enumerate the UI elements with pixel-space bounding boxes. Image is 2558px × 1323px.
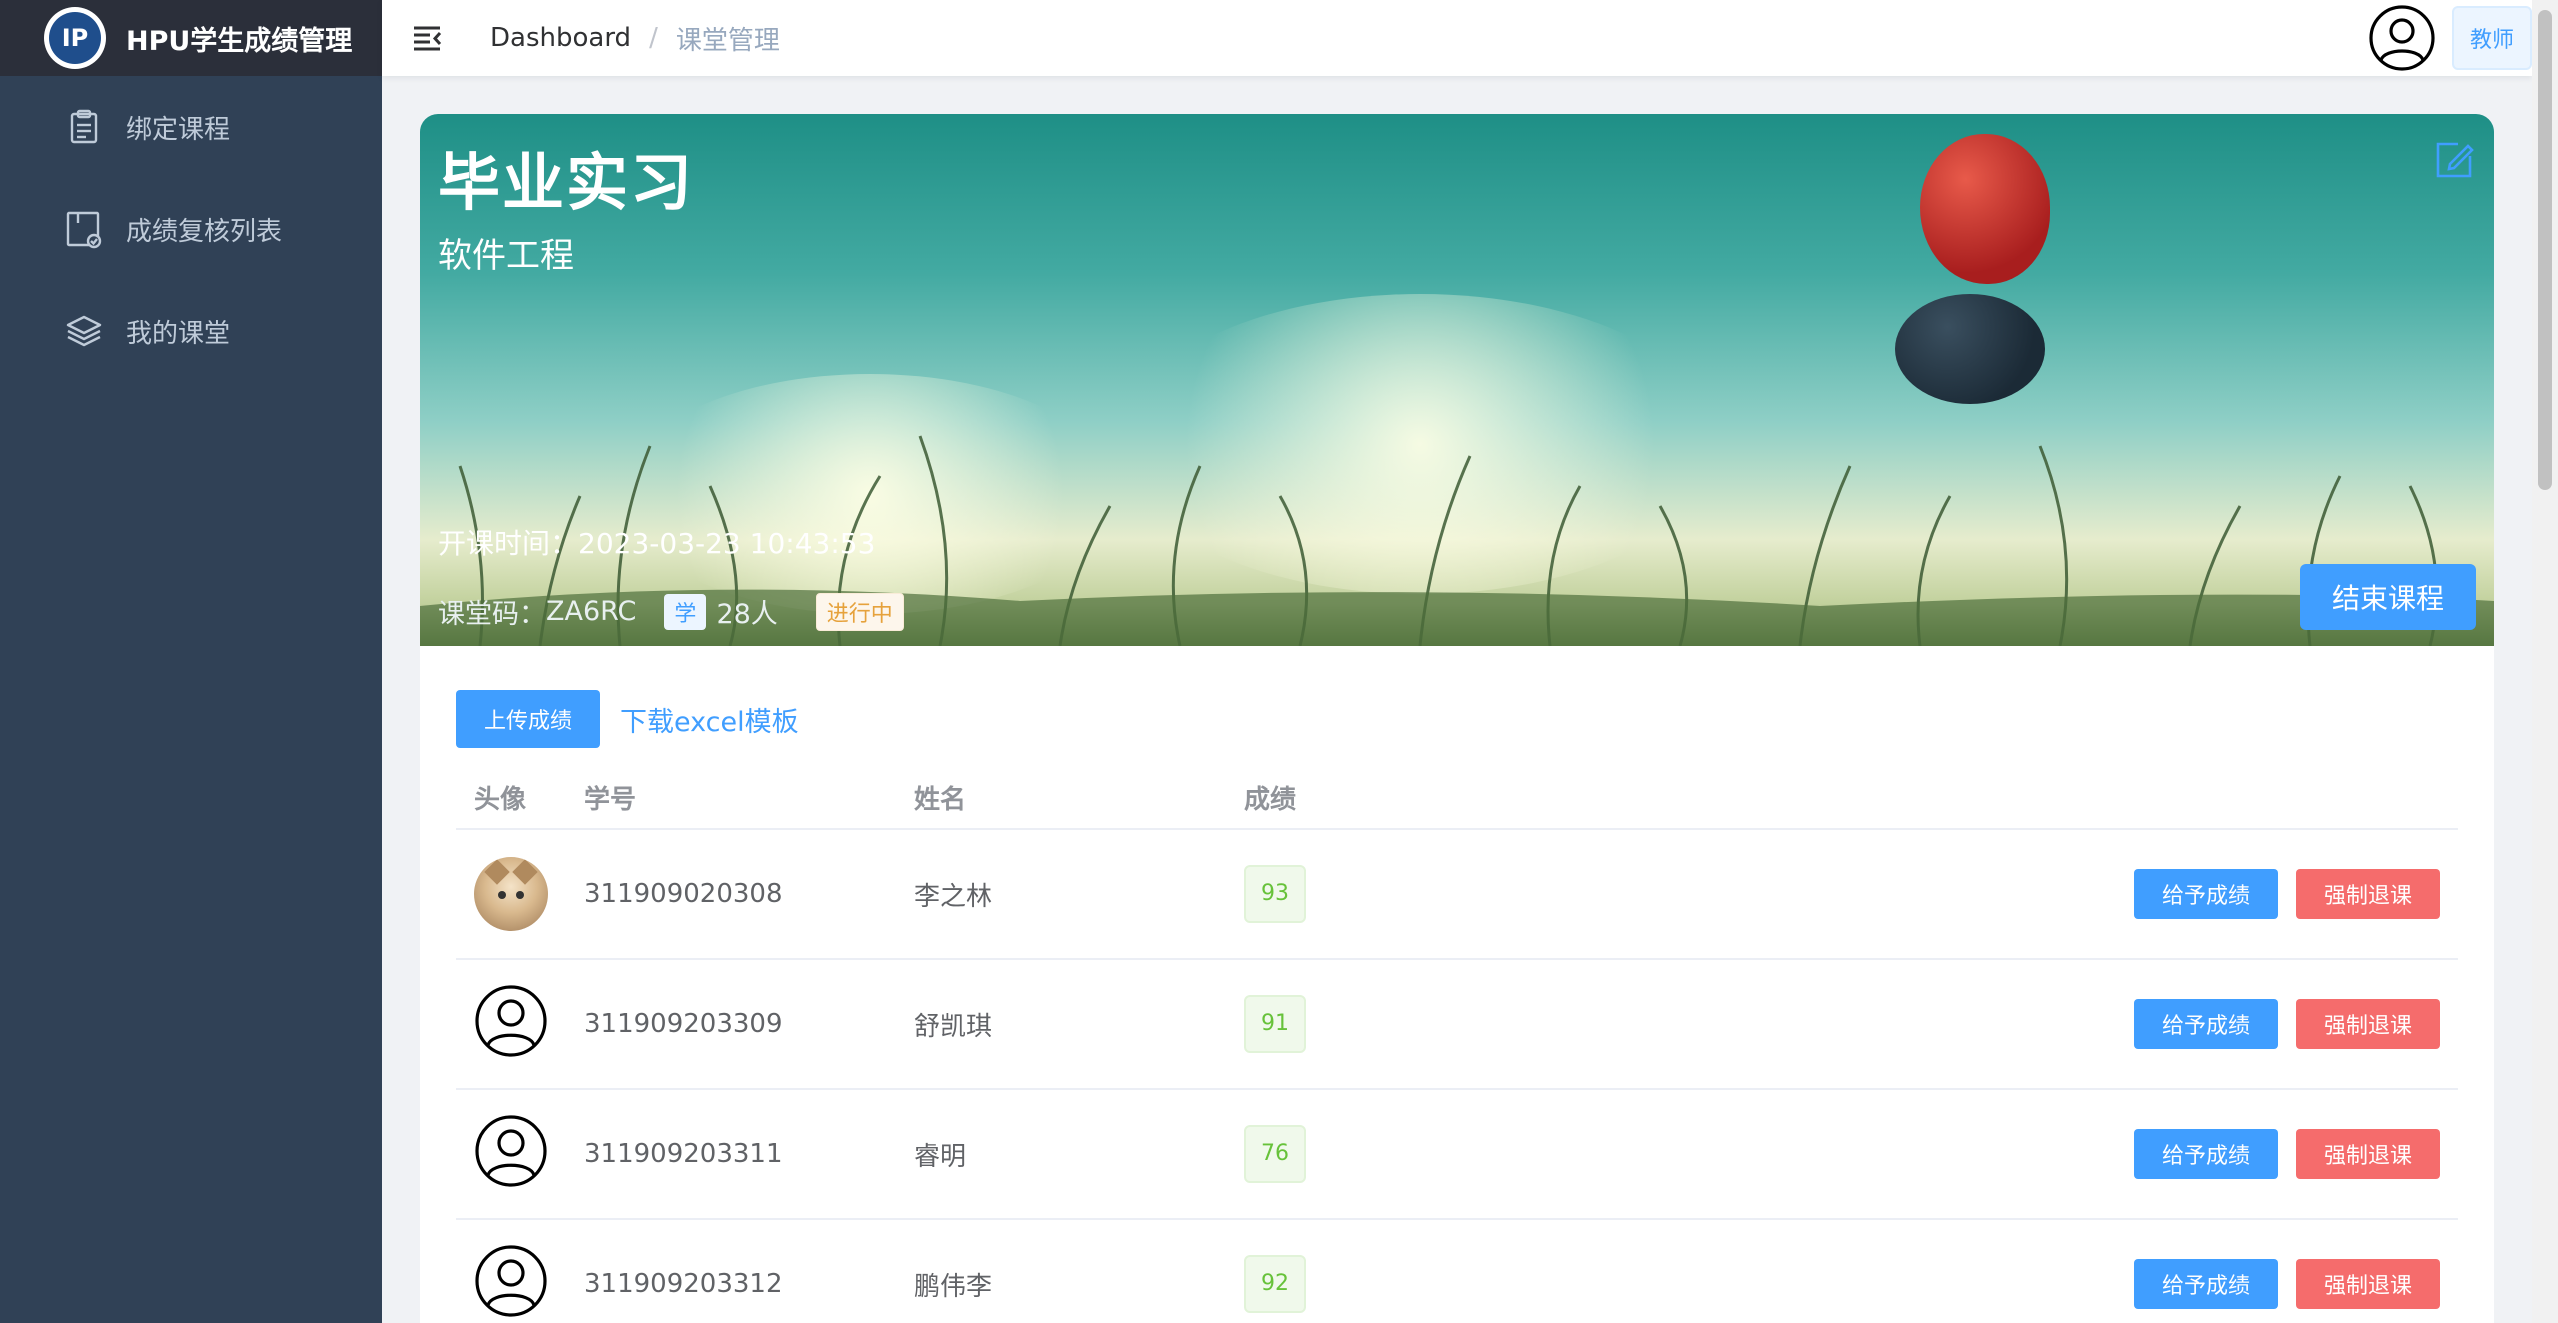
user-avatar-icon[interactable] [2368, 4, 2436, 72]
give-grade-button[interactable]: 给予成绩 [2133, 1129, 2278, 1179]
avatar-cell [456, 1244, 584, 1323]
column-header-name: 姓名 [914, 784, 967, 815]
table-row: 311909203309 舒凯琪 91 给予成绩 强制退课 [456, 960, 2458, 1090]
brand-title: HPU学生成绩管理 [126, 25, 353, 57]
avatar-cell [456, 1114, 584, 1195]
force-drop-button[interactable]: 强制退课 [2295, 869, 2440, 919]
breadcrumb-separator: / [649, 23, 658, 53]
ops-cell: 给予成绩 强制退课 [1644, 869, 2458, 919]
score-cell: 76 [1244, 1125, 1644, 1183]
sidebar: IP HPU学生成绩管理 绑定课程 成绩复核列表 我的课堂 [0, 0, 382, 1323]
ops-cell: 给予成绩 强制退课 [1644, 999, 2458, 1049]
score-badge: 93 [1244, 865, 1306, 923]
end-course-button[interactable]: 结束课程 [2300, 564, 2476, 630]
ops-cell: 给予成绩 强制退课 [1644, 1129, 2458, 1179]
force-drop-button[interactable]: 强制退课 [2295, 1259, 2440, 1309]
sidebar-item-review-list[interactable]: 成绩复核列表 [0, 178, 382, 280]
student-name: 睿明 [914, 1141, 967, 1172]
student-count: 28人 [716, 599, 778, 630]
balloon-red [1920, 134, 2050, 284]
course-code-row: 课堂码： ZA6RC 学 28人 进行中 [438, 592, 904, 631]
avatar-eye [498, 891, 506, 899]
status-badge: 进行中 [815, 592, 904, 631]
scrollbar-thumb[interactable] [2538, 10, 2552, 490]
student-name: 舒凯琪 [914, 1011, 993, 1042]
page-scrollbar[interactable] [2532, 0, 2558, 1323]
table-row: 311909020308 李之林 93 给予成绩 强制退课 [456, 830, 2458, 960]
give-grade-button[interactable]: 给予成绩 [2133, 869, 2278, 919]
upload-grades-button[interactable]: 上传成绩 [456, 690, 601, 748]
default-avatar-icon [475, 984, 547, 1057]
sidebar-item-my-class[interactable]: 我的课堂 [0, 280, 382, 382]
avatar-ear [484, 859, 510, 885]
brand: IP HPU学生成绩管理 [0, 0, 382, 76]
student-id: 311909203312 [584, 1269, 783, 1299]
ops-cell: 给予成绩 强制退课 [1644, 1259, 2458, 1309]
classroom-icon [66, 315, 102, 347]
logo-text: IP [49, 12, 101, 64]
score-cell: 92 [1244, 1255, 1644, 1313]
table-row: 311909203312 鹏伟李 92 给予成绩 强制退课 [456, 1220, 2458, 1323]
give-grade-button[interactable]: 给予成绩 [2133, 1259, 2278, 1309]
course-title: 毕业实习 [438, 146, 695, 219]
score-badge: 91 [1244, 995, 1306, 1053]
breadcrumb: Dashboard / 课堂管理 [490, 20, 780, 57]
course-code-value: ZA6RC [546, 596, 637, 627]
student-card: 上传成绩 下载excel模板 头像 学号 姓名 成绩 311909020308 [420, 646, 2494, 1323]
score-badge: 76 [1244, 1125, 1306, 1183]
avatar-ear [512, 859, 538, 885]
student-tag: 学 [664, 593, 707, 630]
balloon-dark [1895, 294, 2045, 404]
top-navbar: Dashboard / 课堂管理 教师 [382, 0, 2532, 76]
give-grade-button[interactable]: 给予成绩 [2133, 999, 2278, 1049]
course-start-time: 开课时间：2023-03-23 10:43:53 [438, 522, 875, 562]
logo-icon: IP [44, 7, 106, 69]
score-badge: 92 [1244, 1255, 1306, 1313]
student-photo-avatar [474, 857, 548, 931]
start-time-value: 2023-03-23 10:43:53 [578, 527, 876, 560]
student-table: 头像 学号 姓名 成绩 311909020308 李之林 93 给予成绩 强制退… [456, 766, 2458, 1323]
sidebar-item-label: 我的课堂 [126, 318, 231, 349]
hamburger-icon[interactable] [410, 20, 446, 56]
table-header: 头像 学号 姓名 成绩 [456, 766, 2458, 830]
review-icon [66, 211, 102, 249]
default-avatar-icon [475, 1114, 547, 1187]
course-code-label: 课堂码： [438, 599, 546, 630]
sidebar-item-label: 绑定课程 [126, 114, 231, 145]
table-row: 311909203311 睿明 76 给予成绩 强制退课 [456, 1090, 2458, 1220]
clipboard-icon [70, 109, 98, 144]
force-drop-button[interactable]: 强制退课 [2295, 999, 2440, 1049]
sidebar-item-label: 成绩复核列表 [126, 216, 283, 247]
score-cell: 91 [1244, 995, 1644, 1053]
student-id: 311909020308 [584, 879, 783, 909]
student-name: 李之林 [914, 881, 993, 912]
toolbar: 上传成绩 下载excel模板 [456, 690, 799, 748]
score-cell: 93 [1244, 865, 1644, 923]
breadcrumb-current: 课堂管理 [675, 25, 780, 56]
sidebar-item-bind-course[interactable]: 绑定课程 [0, 76, 382, 178]
start-time-label: 开课时间： [438, 527, 579, 560]
header-user-area: 教师 [2368, 0, 2532, 76]
breadcrumb-dashboard[interactable]: Dashboard [490, 23, 631, 53]
default-avatar-icon [475, 1244, 547, 1317]
column-header-id: 学号 [584, 784, 637, 815]
course-major: 软件工程 [438, 236, 574, 276]
column-header-avatar: 头像 [474, 784, 527, 815]
course-banner: 毕业实习 软件工程 开课时间：2023-03-23 10:43:53 课堂码： … [420, 114, 2494, 646]
avatar-eye [516, 891, 524, 899]
column-header-score: 成绩 [1244, 784, 1297, 815]
role-badge: 教师 [2451, 6, 2532, 70]
download-template-link[interactable]: 下载excel模板 [620, 700, 799, 739]
student-id: 311909203311 [584, 1139, 783, 1169]
avatar-cell [456, 857, 584, 931]
main-content: 毕业实习 软件工程 开课时间：2023-03-23 10:43:53 课堂码： … [382, 76, 2532, 1323]
force-drop-button[interactable]: 强制退课 [2295, 1129, 2440, 1179]
student-name: 鹏伟李 [914, 1271, 993, 1302]
student-id: 311909203309 [584, 1009, 783, 1039]
edit-icon[interactable] [2432, 138, 2476, 182]
avatar-cell [456, 984, 584, 1065]
